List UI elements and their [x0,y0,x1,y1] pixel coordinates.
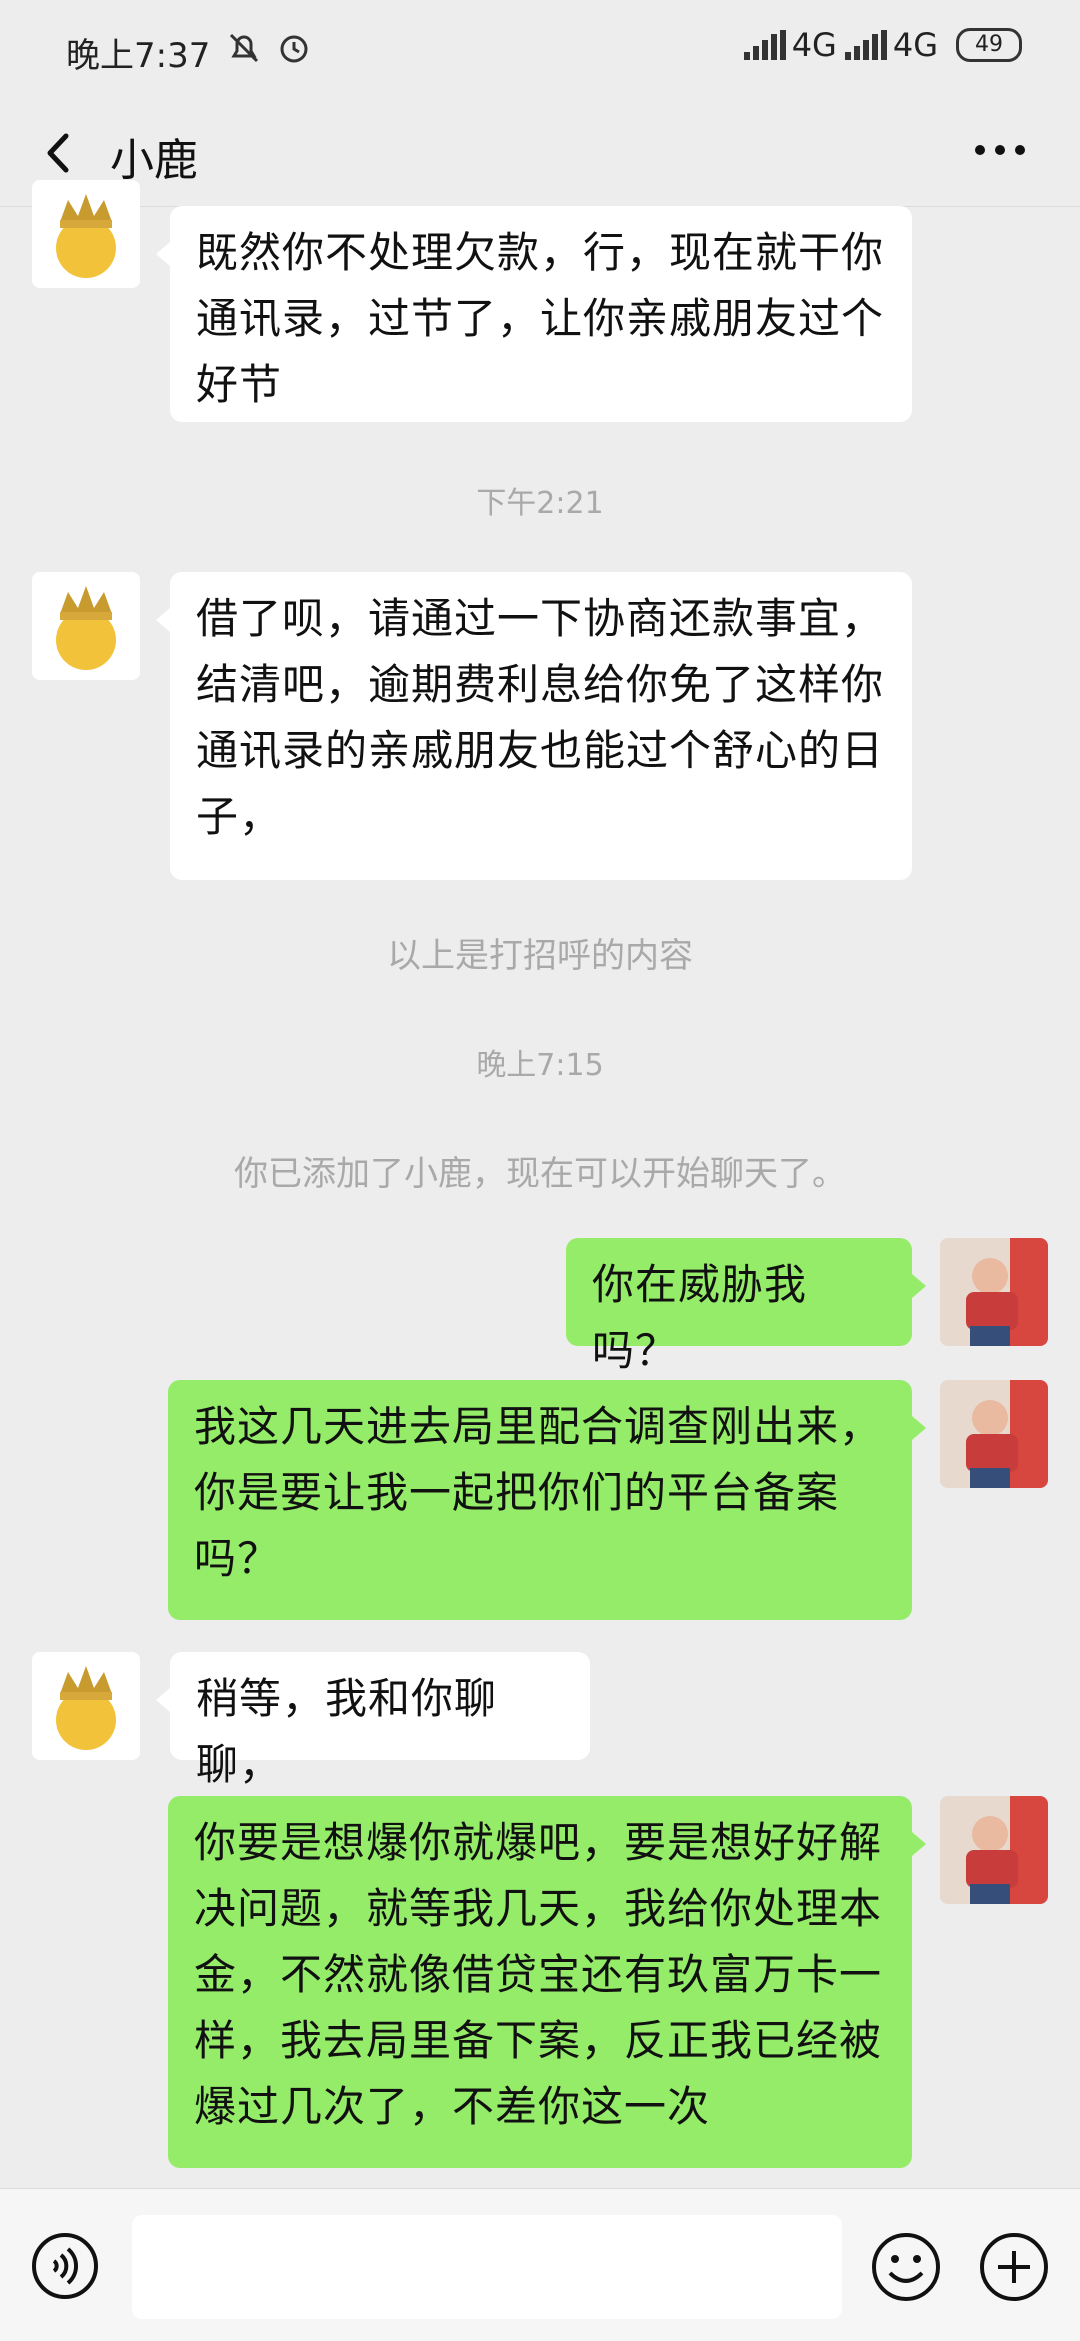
message-bubble-incoming[interactable]: 借了呗，请通过一下协商还款事宜，结清吧，逾期费利息给你免了这样你通讯录的亲戚朋友… [156,572,912,880]
emoji-icon[interactable] [870,2231,942,2303]
status-bar: 晚上7:37 4G 4G 49 [0,0,1080,100]
system-note: 以上是打招呼的内容 [387,936,693,976]
more-dots-icon[interactable] [960,120,1040,180]
battery-icon: 49 [956,28,1022,62]
message-bubble-outgoing[interactable]: 你在威胁我吗？ [566,1238,926,1375]
crown-emoji-avatar-icon [32,1652,140,1760]
timestamp: 晚上7:15 [476,1048,604,1083]
message-bubble-outgoing[interactable]: 我这几天进去局里配合调查刚出来，你是要让我一起把你们的平台备案吗？ [168,1380,926,1620]
status-right: 4G 4G 49 [743,26,1022,64]
self-avatar[interactable] [940,1796,1048,1904]
chat-title: 小鹿 [110,135,198,186]
contact-avatar[interactable] [32,572,140,680]
signal-icon-2 [844,30,887,60]
network-label-1: 4G [791,26,837,64]
message-bubble-incoming[interactable]: 稍等，我和你聊聊， [156,1652,590,1789]
self-avatar[interactable] [940,1380,1048,1488]
status-time: 晚上7:37 [66,36,211,76]
message-bubble-incoming[interactable]: 既然你不处理欠款，行，现在就干你通讯录，过节了，让你亲戚朋友过个好节 [156,206,912,422]
message-input[interactable] [132,2215,842,2319]
self-avatar[interactable] [940,1238,1048,1346]
input-bar [0,2188,1080,2341]
signal-icon [743,30,786,60]
network-label-2: 4G [892,26,938,64]
message-bubble-outgoing[interactable]: 你要是想爆你就爆吧，要是想好好解决问题，就等我几天，我给你处理本金，不然就像借贷… [168,1796,926,2168]
timestamp: 下午2:21 [476,486,604,521]
system-note: 你已添加了小鹿，现在可以开始聊天了。 [234,1154,846,1194]
baby-photo-avatar-icon [940,1238,1048,1346]
crown-emoji-avatar-icon [32,572,140,680]
chat-header: 小鹿 [0,100,1080,207]
baby-photo-avatar-icon [940,1796,1048,1904]
plus-icon[interactable] [978,2231,1050,2303]
alarm-icon [280,35,308,63]
contact-avatar[interactable] [32,180,140,288]
voice-icon[interactable] [30,2231,100,2301]
mute-bell-icon [229,33,259,63]
back-arrow-icon[interactable] [26,118,96,188]
contact-avatar[interactable] [32,1652,140,1760]
crown-emoji-avatar-icon [32,180,140,288]
baby-photo-avatar-icon [940,1380,1048,1488]
